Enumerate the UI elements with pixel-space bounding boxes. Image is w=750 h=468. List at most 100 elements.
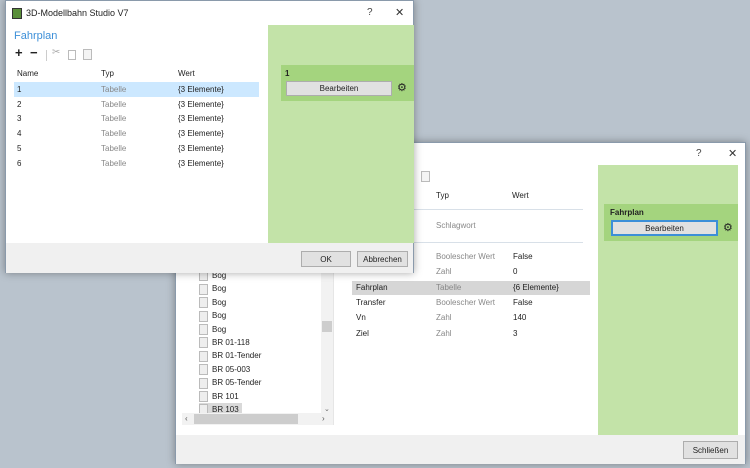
page-heading: Fahrplan xyxy=(14,30,58,42)
add-icon[interactable]: + xyxy=(15,45,23,60)
tree-item-label: BR 05-003 xyxy=(212,364,251,374)
card-title: 1 xyxy=(285,69,290,78)
tree-item-label: Bog xyxy=(212,297,227,307)
tree-item[interactable]: BR 05-003 xyxy=(199,363,250,376)
vertical-scrollbar[interactable]: ⌄ xyxy=(321,263,333,413)
property-typ[interactable]: Boolescher Wert xyxy=(436,296,495,310)
cancel-button[interactable]: Abbrechen xyxy=(357,251,408,267)
tree-item[interactable]: Bog xyxy=(199,296,226,309)
scroll-down-icon[interactable]: ⌄ xyxy=(324,405,330,413)
row-typ[interactable]: Tabelle xyxy=(101,127,126,141)
separator xyxy=(46,50,47,61)
row-name[interactable]: 1 xyxy=(17,83,21,97)
property-typ[interactable]: Zahl xyxy=(436,327,452,341)
scrollbar-thumb[interactable] xyxy=(322,321,332,332)
row-typ[interactable]: Tabelle xyxy=(101,112,126,126)
row-wert[interactable]: {3 Elemente} xyxy=(178,142,224,156)
row-typ[interactable]: Tabelle xyxy=(101,142,126,156)
row-name[interactable]: 4 xyxy=(17,127,21,141)
document-icon xyxy=(199,377,208,389)
entry-card: 1 Bearbeiten ⚙ xyxy=(281,65,414,101)
row-name[interactable]: 5 xyxy=(17,142,21,156)
column-header-wert: Wert xyxy=(512,191,529,200)
property-name[interactable]: Ziel xyxy=(356,327,369,341)
dialog-footer: Schließen xyxy=(176,435,745,464)
tree-item[interactable]: BR 05-Tender xyxy=(199,376,261,389)
property-typ[interactable]: Tabelle xyxy=(436,281,461,295)
gear-icon[interactable]: ⚙ xyxy=(397,81,407,94)
card-title: Fahrplan xyxy=(610,208,644,217)
property-typ[interactable]: Zahl xyxy=(436,311,452,325)
tree-item[interactable]: BR 01-Tender xyxy=(199,349,261,362)
close-dialog-button[interactable]: Schließen xyxy=(683,441,738,459)
cut-icon[interactable]: ✂ xyxy=(52,47,60,58)
tree-item-label: BR 01-118 xyxy=(212,338,250,347)
tree-item-label: BR 05-Tender xyxy=(212,378,262,388)
property-wert[interactable]: 0 xyxy=(513,265,517,279)
close-button[interactable]: ✕ xyxy=(395,6,404,19)
tree-item[interactable]: BR 01-118 xyxy=(199,336,250,349)
ok-button[interactable]: OK xyxy=(301,251,351,267)
property-name[interactable]: Vn xyxy=(356,311,366,325)
horizontal-scrollbar[interactable]: ‹ › xyxy=(182,413,333,425)
tree-item-label: Bog xyxy=(212,311,227,321)
help-button[interactable]: ? xyxy=(367,7,373,18)
row-wert[interactable]: {3 Elemente} xyxy=(178,127,224,141)
scroll-left-icon[interactable]: ‹ xyxy=(185,414,188,423)
property-wert[interactable]: 140 xyxy=(513,311,526,325)
tree-item[interactable]: Bog xyxy=(199,282,226,295)
property-name[interactable]: Transfer xyxy=(356,296,386,310)
paste-icon[interactable] xyxy=(421,171,430,182)
edit-button[interactable]: Bearbeiten xyxy=(286,81,392,96)
column-header-wert: Wert xyxy=(178,69,195,78)
property-wert[interactable]: 3 xyxy=(513,327,517,341)
row-wert[interactable]: {3 Elemente} xyxy=(178,157,224,171)
paste-icon[interactable] xyxy=(83,49,92,60)
tree-item[interactable]: Bog xyxy=(199,309,226,322)
tree-item-label: BR 101 xyxy=(212,391,239,401)
edit-button[interactable]: Bearbeiten xyxy=(611,220,718,236)
document-icon xyxy=(199,364,208,376)
property-typ[interactable]: Zahl xyxy=(436,265,452,279)
property-wert[interactable]: {6 Elemente} xyxy=(513,281,559,295)
property-editor-panel: 1 Bearbeiten ⚙ xyxy=(268,25,414,243)
column-header-name: Name xyxy=(17,69,39,78)
row-typ[interactable]: Tabelle xyxy=(101,157,126,171)
app-icon xyxy=(12,8,22,19)
property-editor-panel: Fahrplan Bearbeiten ⚙ xyxy=(598,165,738,435)
property-wert[interactable]: False xyxy=(513,250,533,264)
property-typ[interactable]: Boolescher Wert xyxy=(436,250,495,264)
column-header-typ: Typ xyxy=(436,191,449,200)
dialog-footer: OK Abbrechen xyxy=(6,243,413,273)
scrollbar-thumb[interactable] xyxy=(194,414,298,424)
document-icon xyxy=(199,390,208,402)
fahrplan-card: Fahrplan Bearbeiten ⚙ xyxy=(604,204,738,241)
row-name[interactable]: 3 xyxy=(17,112,21,126)
row-wert[interactable]: {3 Elemente} xyxy=(178,112,224,126)
close-button[interactable]: ✕ xyxy=(728,147,737,160)
tree-item-label: BR 01-Tender xyxy=(212,351,262,361)
row-name[interactable]: 6 xyxy=(17,157,21,171)
tree-item[interactable]: Bog xyxy=(199,323,226,336)
tree-item-label: Bog xyxy=(212,324,227,334)
document-icon xyxy=(199,323,208,335)
document-icon xyxy=(199,310,208,322)
property-wert[interactable]: False xyxy=(513,296,533,310)
help-button[interactable]: ? xyxy=(696,148,702,159)
row-typ[interactable]: Tabelle xyxy=(101,98,126,112)
tree-item[interactable]: BR 101 xyxy=(199,390,239,403)
row-name[interactable]: 2 xyxy=(17,98,21,112)
keyword-type: Schlagwort xyxy=(436,221,476,230)
property-name[interactable]: Fahrplan xyxy=(356,281,388,295)
scroll-right-icon[interactable]: › xyxy=(322,414,325,423)
remove-icon[interactable]: − xyxy=(30,45,38,60)
row-wert[interactable]: {3 Elemente} xyxy=(178,83,224,97)
row-wert[interactable]: {3 Elemente} xyxy=(178,98,224,112)
copy-icon[interactable] xyxy=(68,50,76,60)
fahrplan-dialog: 3D-Modellbahn Studio V7 ? ✕ Fahrplan + −… xyxy=(5,0,414,273)
window-title: 3D-Modellbahn Studio V7 xyxy=(26,8,129,18)
tree-item-label: Bog xyxy=(212,284,227,294)
row-typ[interactable]: Tabelle xyxy=(101,83,126,97)
document-icon xyxy=(199,297,208,309)
gear-icon[interactable]: ⚙ xyxy=(723,221,733,234)
